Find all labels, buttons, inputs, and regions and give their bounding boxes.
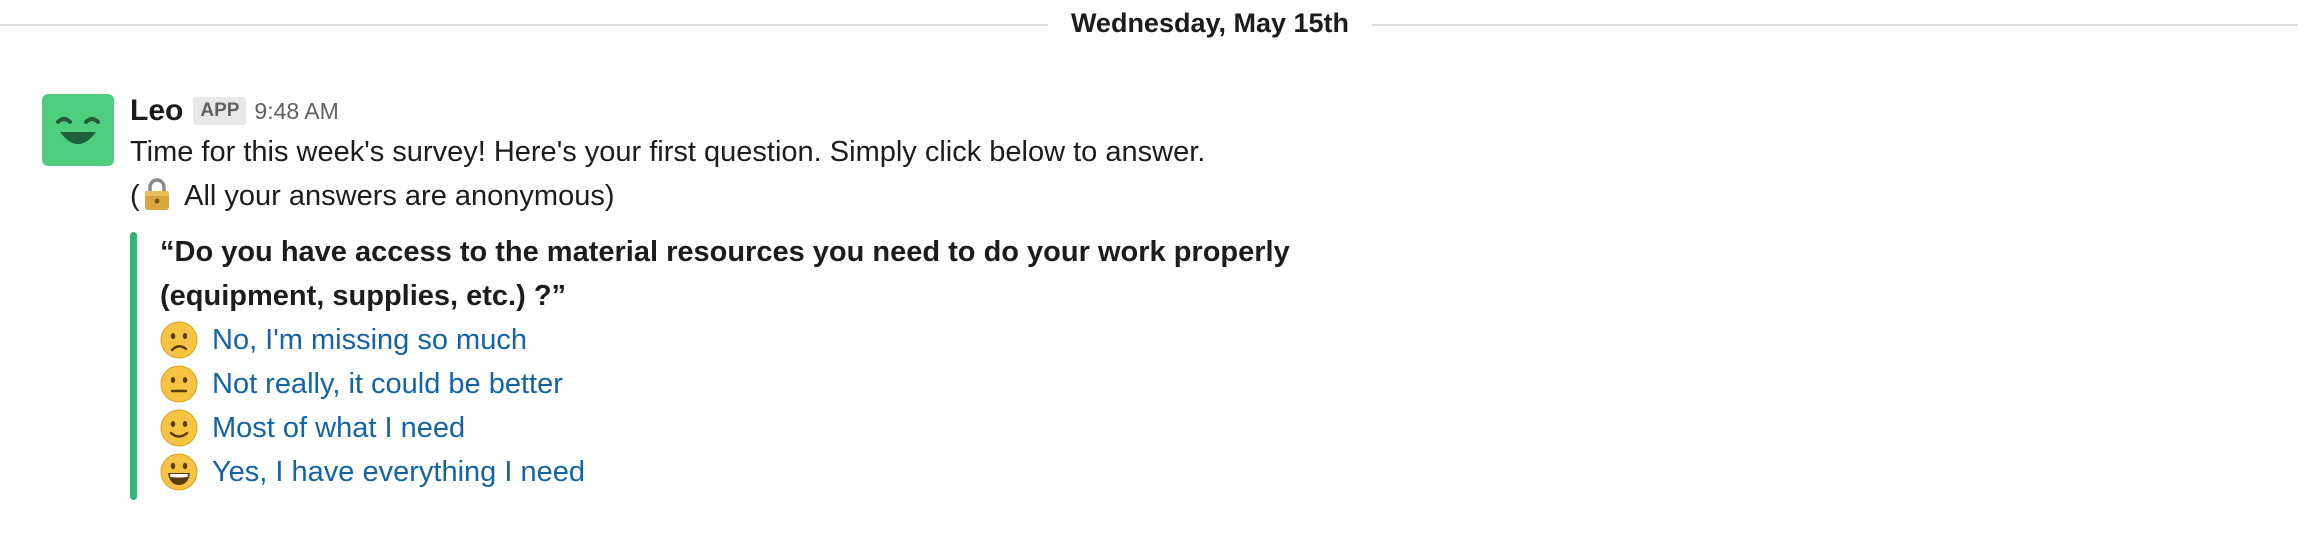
divider-line-right	[1372, 24, 2298, 26]
neutral-face-icon	[160, 365, 198, 403]
app-badge: APP	[193, 97, 247, 125]
message-header: Leo APP 9:48 AM	[130, 92, 2230, 130]
question-line2: (equipment, supplies, etc.) ?”	[160, 280, 567, 312]
date-label[interactable]: Wednesday, May 15th	[1050, 8, 1370, 39]
option-could-be-better[interactable]: Not really, it could be better	[160, 362, 2230, 406]
open-paren: (	[130, 180, 140, 212]
message-body: Leo APP 9:48 AM Time for this week's sur…	[130, 92, 2230, 500]
divider-line-left	[0, 24, 1048, 26]
option-link[interactable]: Not really, it could be better	[212, 368, 563, 401]
option-link[interactable]: No, I'm missing so much	[212, 324, 527, 357]
option-missing-so-much[interactable]: No, I'm missing so much	[160, 318, 2230, 362]
anonymity-note: All your answers are anonymous)	[177, 180, 615, 212]
sender-name[interactable]: Leo	[130, 94, 183, 128]
slightly-smiling-face-icon	[160, 409, 198, 447]
option-have-everything[interactable]: Yes, I have everything I need	[160, 450, 2230, 494]
lock-icon	[142, 177, 172, 224]
message-timestamp[interactable]: 9:48 AM	[254, 98, 338, 125]
option-link[interactable]: Most of what I need	[212, 412, 465, 445]
smiling-face-avatar-icon[interactable]	[42, 94, 114, 166]
grinning-face-icon	[160, 453, 198, 491]
question-line1: “Do you have access to the material reso…	[160, 236, 1290, 268]
slightly-frowning-face-icon	[160, 321, 198, 359]
message-text-line2: ( All your answers are anonymous)	[130, 174, 2230, 224]
date-divider: Wednesday, May 15th	[0, 0, 2298, 50]
attachment-accent-bar	[130, 232, 137, 500]
option-most-of-what-i-need[interactable]: Most of what I need	[160, 406, 2230, 450]
message-text-line1: Time for this week's survey! Here's your…	[130, 136, 1206, 168]
option-link[interactable]: Yes, I have everything I need	[212, 456, 585, 489]
survey-attachment: “Do you have access to the material reso…	[130, 230, 2230, 500]
